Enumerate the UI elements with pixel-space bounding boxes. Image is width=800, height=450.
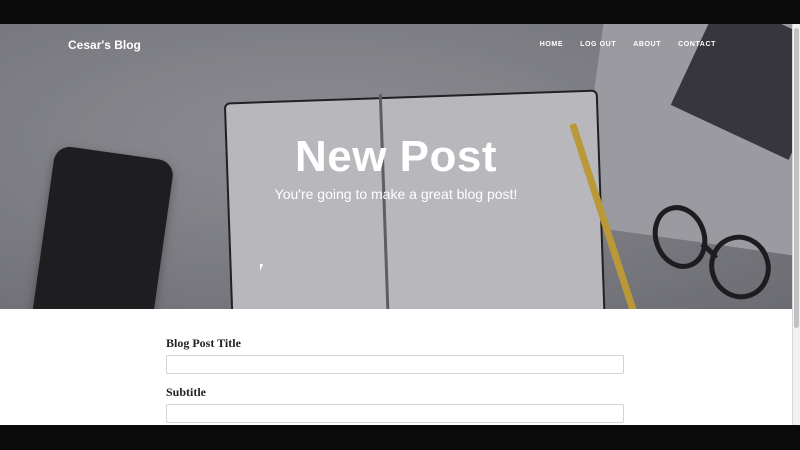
hero-header: Cesar's Blog HOME LOG OUT ABOUT CONTACT … bbox=[0, 24, 792, 309]
brand-link[interactable]: Cesar's Blog bbox=[68, 38, 141, 52]
main-nav: HOME LOG OUT ABOUT CONTACT bbox=[540, 41, 716, 48]
nav-logout-link[interactable]: LOG OUT bbox=[580, 41, 616, 48]
page-subtitle: You're going to make a great blog post! bbox=[274, 186, 518, 202]
browser-bottom-bar bbox=[0, 425, 800, 450]
page-viewport: Cesar's Blog HOME LOG OUT ABOUT CONTACT … bbox=[0, 24, 792, 425]
subtitle-input[interactable] bbox=[166, 404, 624, 423]
title-field-label: Blog Post Title bbox=[166, 336, 241, 350]
browser-top-bar bbox=[0, 0, 800, 24]
page-title: New Post bbox=[294, 132, 498, 181]
blog-post-title-input[interactable] bbox=[166, 355, 624, 374]
subtitle-field-label: Subtitle bbox=[166, 385, 207, 399]
vertical-scrollbar[interactable] bbox=[792, 24, 800, 425]
nav-about-link[interactable]: ABOUT bbox=[633, 41, 661, 48]
mouse-cursor bbox=[260, 264, 263, 271]
nav-contact-link[interactable]: CONTACT bbox=[678, 41, 716, 48]
nav-home-link[interactable]: HOME bbox=[540, 41, 563, 48]
scrollbar-thumb[interactable] bbox=[794, 28, 799, 328]
